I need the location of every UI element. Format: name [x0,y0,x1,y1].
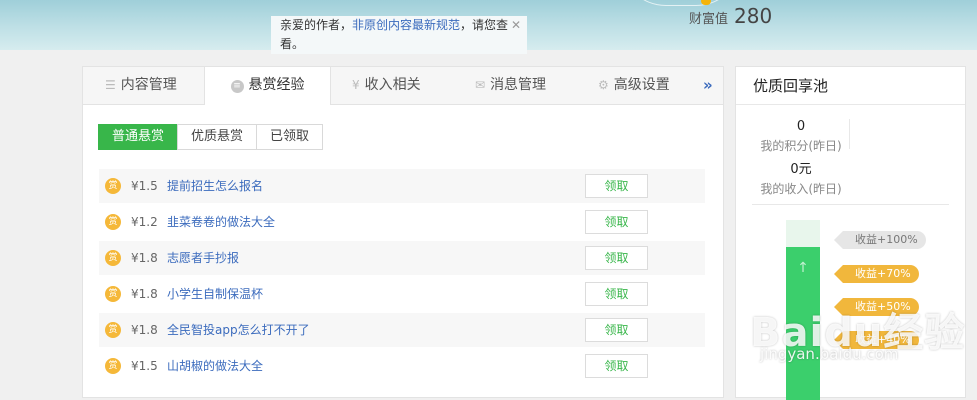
income-stat: 0元 我的收入(昨日) [736,158,866,197]
divider [849,119,850,149]
bounty-type-tabs: 普通悬赏 优质悬赏 已领取 [98,124,324,150]
coin-icon: ≡ [230,80,244,93]
tab-label: 悬赏经验 [248,77,305,93]
coin-icon: 赏 [105,358,121,374]
tab-label: 高级设置 [613,77,670,93]
divider [752,204,949,205]
claim-button[interactable]: 领取 [585,210,648,234]
wealth-value: 280 [734,4,773,28]
wealth-label: 财富值 [689,12,729,27]
subtab-claimed[interactable]: 已领取 [256,124,324,150]
claim-button[interactable]: 领取 [585,354,648,378]
bounty-price: ¥1.5 [131,359,158,373]
yen-icon: ¥ [352,78,360,92]
main-panel: ☰ 内容管理 ≡ 悬赏经验 ¥ 收入相关 ✉ 消息管理 ⚙ 高级设置 » 普通悬赏 优质悬… [82,66,724,398]
bounty-price: ¥1.8 [131,287,158,301]
income-value: 0元 [790,162,812,177]
points-stat: 0 我的积分(昨日) [736,119,866,154]
tab-income[interactable]: ¥ 收入相关 [352,67,421,104]
watermark-url: jingyan.baidu.com [760,345,899,363]
bounty-row: 赏 ¥1.8 志愿者手抄报 领取 [99,241,705,275]
bounty-title[interactable]: 提前招生怎么报名 [167,169,263,203]
notice-text: 亲爱的作者， [280,18,353,32]
bounty-row: 赏 ¥1.8 全民智投app怎么打不开了 领取 [99,313,705,347]
notice-bar: 亲爱的作者，非原创内容最新规范，请您查看。 ✕ [271,16,527,54]
more-tabs-icon[interactable]: » [703,67,713,104]
bounty-price: ¥1.8 [131,323,158,337]
bounty-title[interactable]: 小学生自制保温杯 [167,277,263,311]
bounty-title[interactable]: 韭菜卷卷的做法大全 [167,205,275,239]
wealth-display: 财富值 280 [689,4,772,28]
claim-button[interactable]: 领取 [585,246,648,270]
bounty-price: ¥1.5 [131,179,158,193]
divider [736,104,965,105]
income-label: 我的收入(昨日) [760,182,842,196]
bounty-title[interactable]: 全民智投app怎么打不开了 [167,313,310,347]
bounty-row: 赏 ¥1.5 提前招生怎么报名 领取 [99,169,705,203]
coin-icon: 赏 [105,322,121,338]
mail-icon: ✉ [475,78,486,92]
bounty-price: ¥1.2 [131,215,158,229]
bounty-price: ¥1.8 [131,251,158,265]
tab-messages[interactable]: ✉ 消息管理 [475,67,546,104]
level-tag: 收益+100% [834,231,926,249]
close-icon[interactable]: ✕ [511,16,521,35]
tab-content-manage[interactable]: ☰ 内容管理 [105,67,177,104]
bounty-title[interactable]: 志愿者手抄报 [167,241,239,275]
tab-bounty-experience[interactable]: ≡ 悬赏经验 [204,67,331,105]
tab-bar: ☰ 内容管理 ≡ 悬赏经验 ¥ 收入相关 ✉ 消息管理 ⚙ 高级设置 » [83,67,723,105]
points-value: 0 [796,119,806,134]
tab-advanced-settings[interactable]: ⚙ 高级设置 [598,67,670,104]
coin-icon: 赏 [105,286,121,302]
tab-label: 消息管理 [490,77,547,93]
tab-label: 收入相关 [364,77,421,93]
level-tag: 收益+70% [834,265,919,283]
bounty-title[interactable]: 山胡椒的做法大全 [167,349,263,383]
subtab-quality-bounty[interactable]: 优质悬赏 [177,124,258,150]
subtab-normal-bounty[interactable]: 普通悬赏 [98,124,179,150]
claim-button[interactable]: 领取 [585,318,648,342]
panel-title: 优质回享池 [753,77,829,95]
bounty-row: 赏 ¥1.2 韭菜卷卷的做法大全 领取 [99,205,705,239]
list-icon: ☰ [105,78,116,92]
claim-button[interactable]: 领取 [585,174,648,198]
bounty-row: 赏 ¥1.8 小学生自制保温杯 领取 [99,277,705,311]
gear-icon: ⚙ [598,78,609,92]
tab-label: 内容管理 [120,77,177,93]
notice-link[interactable]: 非原创内容最新规范 [352,18,460,32]
coin-icon: 赏 [105,250,121,266]
coin-icon: 赏 [105,214,121,230]
coin-icon: 赏 [105,178,121,194]
points-label: 我的积分(昨日) [760,139,842,153]
up-arrow-icon: ↑ [797,260,809,276]
claim-button[interactable]: 领取 [585,282,648,306]
bounty-row: 赏 ¥1.5 山胡椒的做法大全 领取 [99,349,705,383]
